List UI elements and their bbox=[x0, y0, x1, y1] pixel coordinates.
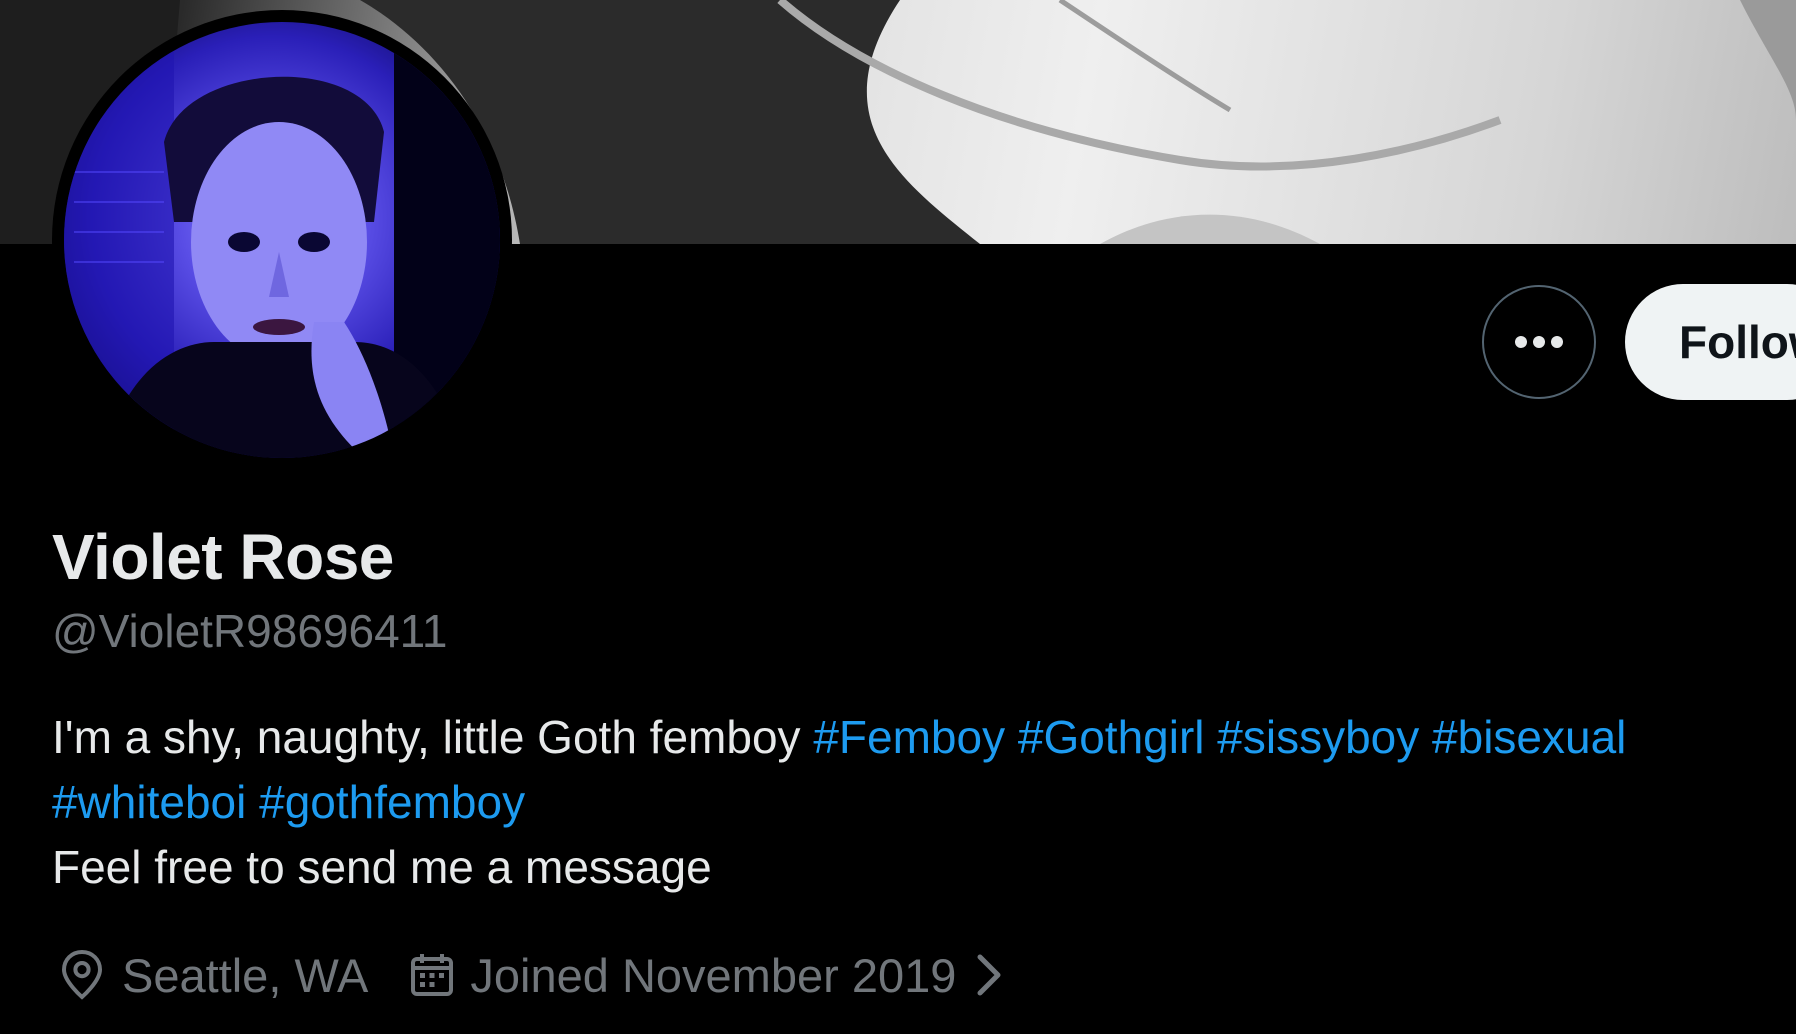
avatar-image bbox=[64, 22, 500, 458]
bio-line-1: I'm a shy, naughty, little Goth femboy #… bbox=[52, 705, 1796, 770]
joined-item[interactable]: Joined November 2019 bbox=[408, 948, 1004, 1003]
location-item: Seattle, WA bbox=[52, 948, 368, 1003]
location-pin-icon bbox=[61, 949, 103, 1000]
user-handle: @VioletR98696411 bbox=[52, 605, 448, 657]
calendar-icon bbox=[411, 954, 454, 996]
bio-line-2: #whiteboi #gothfemboy bbox=[52, 770, 1796, 835]
bio-line-3: Feel free to send me a message bbox=[52, 841, 712, 893]
hashtag-link[interactable]: #sissyboy bbox=[1217, 711, 1419, 763]
avatar[interactable] bbox=[52, 10, 512, 470]
more-options-button[interactable] bbox=[1482, 285, 1596, 399]
follow-button[interactable]: Follow bbox=[1625, 284, 1796, 400]
profile-meta: Seattle, WA Joined November 2019 bbox=[52, 940, 1004, 1010]
display-name: Violet Rose bbox=[52, 521, 394, 593]
joined-text: Joined November 2019 bbox=[470, 948, 957, 1002]
chevron-right-icon bbox=[977, 954, 1001, 996]
location-text: Seattle, WA bbox=[122, 948, 369, 1002]
hashtag-link[interactable]: #bisexual bbox=[1432, 711, 1626, 763]
hashtag-link[interactable]: #Femboy bbox=[813, 711, 1005, 763]
hashtag-link[interactable]: #Gothgirl bbox=[1018, 711, 1205, 763]
profile-bio: I'm a shy, naughty, little Goth femboy #… bbox=[52, 705, 1796, 900]
hashtag-link[interactable]: #gothfemboy bbox=[259, 776, 525, 828]
more-horizontal-icon bbox=[1515, 336, 1563, 348]
hashtag-link[interactable]: #whiteboi bbox=[52, 776, 246, 828]
bio-text: I'm a shy, naughty, little Goth femboy bbox=[52, 711, 801, 763]
